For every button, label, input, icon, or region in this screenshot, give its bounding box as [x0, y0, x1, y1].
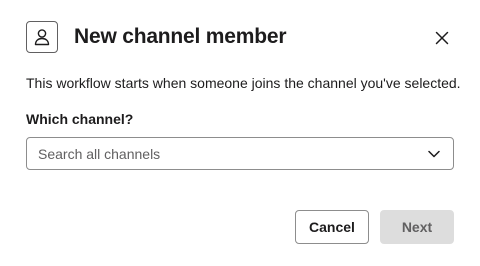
dialog-header: New channel member [26, 20, 460, 54]
channel-select-placeholder: Search all channels [38, 145, 161, 162]
cancel-button[interactable]: Cancel [295, 210, 369, 244]
dialog-description: This workflow starts when someone joins … [26, 75, 461, 91]
channel-select[interactable]: Search all channels [26, 137, 454, 170]
dialog-title: New channel member [74, 25, 287, 48]
new-channel-member-dialog: New channel member This workflow starts … [0, 0, 480, 266]
next-button[interactable]: Next [380, 210, 454, 244]
dialog-footer: Cancel Next [295, 210, 454, 244]
chevron-down-icon [426, 146, 442, 162]
close-icon[interactable] [430, 26, 454, 50]
channel-field-label: Which channel? [26, 111, 134, 127]
person-icon [26, 21, 58, 53]
